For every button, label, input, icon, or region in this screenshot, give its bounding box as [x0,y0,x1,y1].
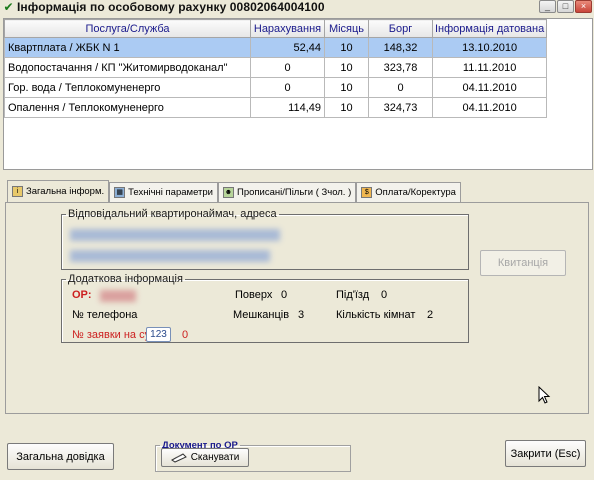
close-window-button[interactable]: × [575,0,592,13]
window-title: Інформація по особовому рахунку 00802064… [17,0,325,14]
cell-debt: 324,73 [368,97,433,118]
floors-label: Поверх [235,289,273,301]
phone-label: № телефона [72,309,138,321]
cell-charge: 52,44 [250,37,325,58]
cell-date: 04.11.2010 [431,97,548,118]
cell-date: 04.11.2010 [431,77,548,98]
window-controls: _ □ × [539,0,592,13]
tab-technical-params[interactable]: ▦ Технічні параметри [109,182,218,202]
cell-service: Гор. вода / Теплокомуненерго [4,77,251,98]
tab-general-info[interactable]: i Загальна інформ. [7,180,110,202]
cell-debt: 323,78 [368,57,433,78]
people-icon: ☻ [222,187,234,198]
minimize-button[interactable]: _ [539,0,556,13]
general-help-button[interactable]: Загальна довідка [7,443,114,470]
column-header-month[interactable]: Місяць [324,19,369,38]
subsidy-value: 0 [182,329,189,341]
op-value-redacted [100,290,136,302]
mouse-cursor-icon [538,386,551,404]
numeric-input-badge: 123 [146,327,171,342]
cell-charge: 0 [250,77,325,98]
tenant-name-redacted [70,229,280,241]
additional-info-legend: Додаткова інформація [68,273,183,285]
table-header-row: Послуга/Служба Нарахування Місяць Борг І… [4,19,548,38]
column-header-debt[interactable]: Борг [368,19,433,38]
scan-button[interactable]: Сканувати [161,448,249,467]
responsible-tenant-legend: Відповідальний квартиронаймач, адреса [68,208,277,220]
cell-service: Водопостачання / КП "Житомирводоканал" [4,57,251,78]
table-row[interactable]: Гор. вода / Теплокомуненерго 0 10 0 04.1… [4,77,548,98]
column-header-charge[interactable]: Нарахування [250,19,325,38]
floors-value: 0 [281,289,288,301]
payment-icon: $ [361,187,373,198]
tech-params-icon: ▦ [114,187,126,198]
app-check-icon: ✔ [3,0,14,14]
info-icon: i [12,186,23,197]
table-row[interactable]: Опалення / Теплокомуненерго 114,49 10 32… [4,97,548,118]
cell-month: 10 [324,97,369,118]
subsidy-label: № заявки на суб [72,329,157,341]
cell-charge: 114,49 [250,97,325,118]
rooms-label: Кількість кімнат [336,309,416,321]
scanner-icon [170,453,187,463]
tab-label: Оплата/Коректура [375,187,456,198]
residents-label: Мешканців [233,309,290,321]
rooms-value: 2 [427,309,434,321]
table-row[interactable]: Квартплата / ЖБК N 1 52,44 10 148,32 13.… [4,37,548,58]
cell-date: 13.10.2010 [431,37,548,58]
title-bar: ✔ Інформація по особовому рахунку 008020… [0,0,594,14]
tenant-address-redacted [70,250,270,262]
column-header-service[interactable]: Послуга/Служба [4,19,251,38]
entrance-label: Під'їзд [336,289,370,301]
cell-charge: 0 [250,57,325,78]
scan-button-label: Сканувати [190,452,240,463]
entrance-value: 0 [381,289,388,301]
tab-strip: i Загальна інформ. ▦ Технічні параметри … [7,180,461,202]
cell-service: Опалення / Теплокомуненерго [4,97,251,118]
cell-service: Квартплата / ЖБК N 1 [4,37,251,58]
cell-debt: 148,32 [368,37,433,58]
column-header-date[interactable]: Інформація датована [431,19,548,38]
cell-debt: 0 [368,77,433,98]
tab-label: Прописані/Пільги ( Зчол. ) [236,187,352,198]
cell-month: 10 [324,37,369,58]
residents-value: 3 [298,309,305,321]
accounts-grid[interactable]: Послуга/Служба Нарахування Місяць Борг І… [3,18,593,170]
tab-label: Технічні параметри [128,187,213,198]
table-row[interactable]: Водопостачання / КП "Житомирводоканал" 0… [4,57,548,78]
op-label: OP: [72,289,92,301]
tab-registered-benefits[interactable]: ☻ Прописані/Пільги ( Зчол. ) [217,182,357,202]
receipt-button[interactable]: Квитанція [480,250,566,276]
cell-month: 10 [324,57,369,78]
close-button[interactable]: Закрити (Esc) [505,440,586,467]
maximize-button[interactable]: □ [557,0,574,13]
cell-month: 10 [324,77,369,98]
services-table: Послуга/Служба Нарахування Місяць Борг І… [4,19,548,118]
tab-label: Загальна інформ. [26,186,105,197]
cell-date: 11.11.2010 [431,57,548,78]
tab-payment-correction[interactable]: $ Оплата/Коректура [356,182,461,202]
